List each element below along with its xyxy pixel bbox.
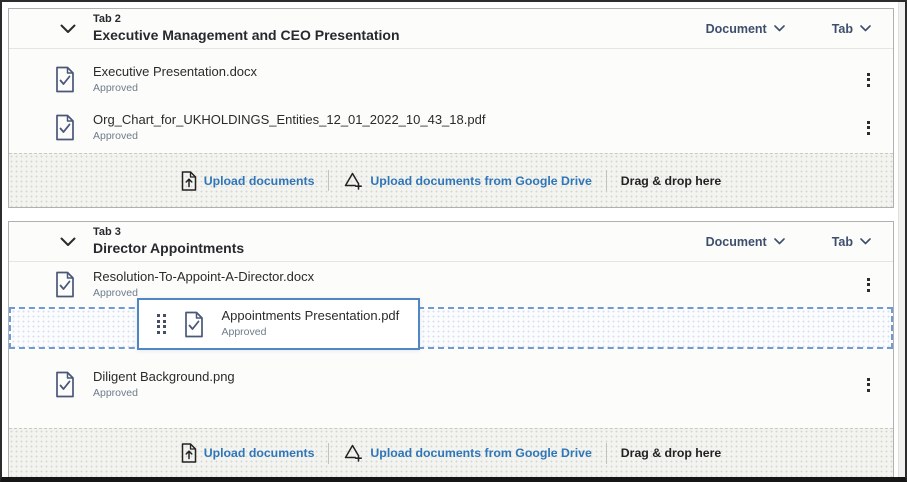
kebab-menu-icon[interactable]	[864, 117, 873, 139]
upload-document-icon	[181, 443, 197, 463]
upload-documents-label: Upload documents	[204, 446, 315, 460]
upload-actions: Upload documents Upload documents from G…	[181, 170, 722, 191]
spacer	[9, 349, 893, 362]
document-approved-icon	[54, 66, 76, 93]
tab-number-label: Tab 3	[93, 226, 244, 240]
divider	[328, 443, 329, 464]
document-info: Resolution-To-Appoint-A-Director.docx Ap…	[93, 269, 314, 301]
collapse-chevron-down-icon[interactable]	[60, 21, 76, 37]
divider	[606, 443, 607, 464]
drag-drop-upload-zone[interactable]: Upload documents Upload documents from G…	[9, 428, 893, 477]
drag-drop-here-label: Drag & drop here	[621, 446, 721, 460]
document-info: Org_Chart_for_UKHOLDINGS_Entities_12_01_…	[93, 112, 485, 144]
document-row[interactable]: Executive Presentation.docx Approved	[9, 57, 893, 102]
document-menu-button[interactable]: Document	[706, 235, 785, 249]
tab-section-executive-management: Tab 2 Executive Management and CEO Prese…	[8, 8, 894, 208]
upload-google-drive-label: Upload documents from Google Drive	[370, 174, 591, 188]
document-menu-label: Document	[706, 235, 767, 249]
document-name: Diligent Background.png	[93, 369, 235, 386]
document-info: Executive Presentation.docx Approved	[93, 64, 257, 96]
upload-documents-button[interactable]: Upload documents	[181, 171, 315, 191]
google-drive-add-icon	[343, 171, 363, 191]
document-approved-icon	[54, 371, 76, 398]
document-status-badge: Approved	[93, 82, 257, 96]
collapse-chevron-down-icon[interactable]	[60, 234, 76, 250]
dragged-document-card[interactable]: Appointments Presentation.pdf Approved	[137, 298, 420, 350]
upload-google-drive-label: Upload documents from Google Drive	[370, 446, 591, 460]
document-row[interactable]: Diligent Background.png Approved	[9, 362, 893, 407]
upload-document-icon	[181, 171, 197, 191]
document-name: Org_Chart_for_UKHOLDINGS_Entities_12_01_…	[93, 112, 485, 129]
tab-menu-button[interactable]: Tab	[832, 22, 871, 36]
document-name: Appointments Presentation.pdf	[222, 308, 400, 325]
section-header: Tab 2 Executive Management and CEO Prese…	[9, 9, 893, 49]
tab-menu-label: Tab	[832, 235, 853, 249]
google-drive-add-icon	[343, 443, 363, 463]
tab-menu-label: Tab	[832, 22, 853, 36]
document-approved-icon	[183, 311, 205, 338]
document-info: Diligent Background.png Approved	[93, 369, 235, 401]
vertical-scrollbar[interactable]	[898, 2, 905, 477]
kebab-menu-icon[interactable]	[864, 69, 873, 91]
section-menus: Document Tab	[706, 22, 871, 36]
upload-documents-button[interactable]: Upload documents	[181, 443, 315, 463]
section-menus: Document Tab	[706, 235, 871, 249]
divider	[606, 170, 607, 191]
drop-target-zone[interactable]: Appointments Presentation.pdf Approved	[9, 307, 893, 349]
document-status-badge: Approved	[222, 326, 400, 340]
tab-section-director-appointments: Tab 3 Director Appointments Document Tab	[8, 221, 894, 477]
document-row[interactable]: Org_Chart_for_UKHOLDINGS_Entities_12_01_…	[9, 105, 893, 150]
chevron-down-icon	[774, 25, 785, 32]
section-title: Director Appointments	[93, 240, 244, 258]
window-frame: Tab 2 Executive Management and CEO Prese…	[0, 0, 907, 482]
section-title-block: Tab 2 Executive Management and CEO Prese…	[93, 13, 400, 44]
drag-drop-here-label: Drag & drop here	[621, 174, 721, 188]
document-approved-icon	[54, 114, 76, 141]
divider	[328, 170, 329, 191]
section-title: Executive Management and CEO Presentatio…	[93, 27, 400, 45]
document-menu-button[interactable]: Document	[706, 22, 785, 36]
upload-google-drive-button[interactable]: Upload documents from Google Drive	[343, 171, 591, 191]
chevron-down-icon	[860, 25, 871, 32]
tab-number-label: Tab 2	[93, 13, 400, 27]
document-info: Appointments Presentation.pdf Approved	[222, 308, 400, 340]
document-status-badge: Approved	[93, 387, 235, 401]
document-status-badge: Approved	[93, 130, 485, 144]
drag-handle-icon[interactable]	[157, 314, 166, 334]
kebab-menu-icon[interactable]	[864, 374, 873, 396]
document-menu-label: Document	[706, 22, 767, 36]
upload-google-drive-button[interactable]: Upload documents from Google Drive	[343, 443, 591, 463]
drag-drop-upload-zone[interactable]: Upload documents Upload documents from G…	[9, 153, 893, 207]
document-name: Executive Presentation.docx	[93, 64, 257, 81]
chevron-down-icon	[774, 238, 785, 245]
upload-documents-label: Upload documents	[204, 174, 315, 188]
upload-actions: Upload documents Upload documents from G…	[181, 443, 722, 464]
document-name: Resolution-To-Appoint-A-Director.docx	[93, 269, 314, 286]
tab-menu-button[interactable]: Tab	[832, 235, 871, 249]
kebab-menu-icon[interactable]	[864, 274, 873, 296]
section-header: Tab 3 Director Appointments Document Tab	[9, 222, 893, 262]
document-approved-icon	[54, 271, 76, 298]
section-title-block: Tab 3 Director Appointments	[93, 226, 244, 257]
chevron-down-icon	[860, 238, 871, 245]
